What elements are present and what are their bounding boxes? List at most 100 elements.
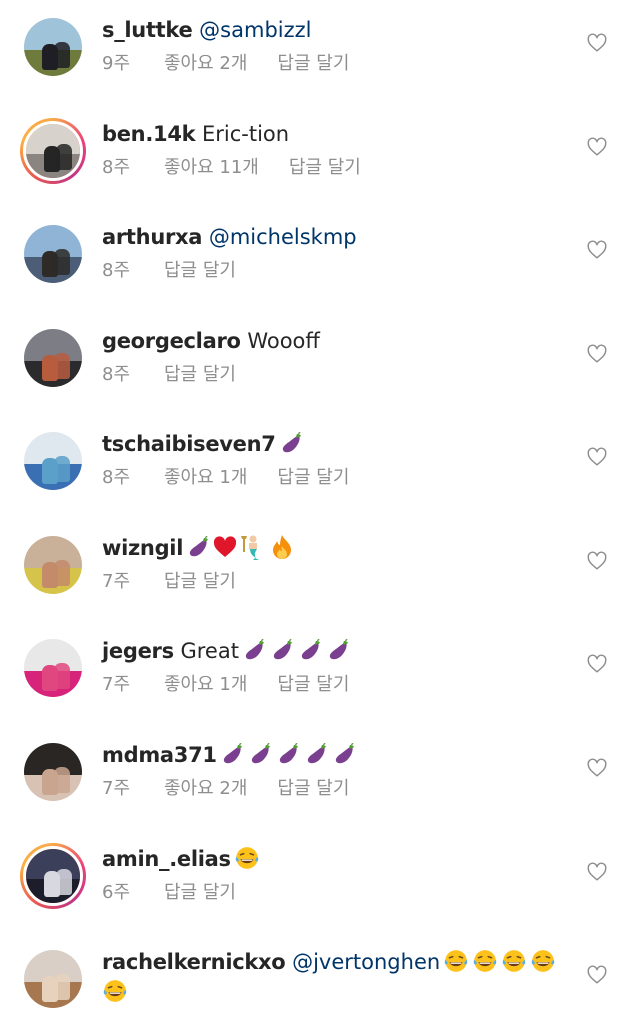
comment-item: s_luttke @sambizzl 9주 좋아요 2개 답글 달기 bbox=[0, 0, 640, 104]
reply-button[interactable]: 답글 달기 bbox=[164, 260, 236, 281]
reply-button[interactable]: 답글 달기 bbox=[277, 53, 349, 74]
username-link[interactable]: jegers bbox=[102, 639, 174, 663]
tears-of-joy-emoji bbox=[235, 847, 258, 869]
mention-link[interactable]: @jvertonghen bbox=[292, 950, 440, 974]
avatar[interactable] bbox=[24, 18, 82, 76]
username-link[interactable]: georgeclaro bbox=[102, 329, 241, 353]
username-link[interactable]: amin_.elias bbox=[102, 847, 231, 871]
reply-button[interactable]: 답글 달기 bbox=[164, 571, 236, 592]
avatar[interactable] bbox=[24, 225, 82, 283]
like-button[interactable] bbox=[586, 32, 608, 54]
eggplant-emoji bbox=[335, 743, 354, 764]
likes-count-link[interactable]: 좋아요 2개 bbox=[164, 53, 247, 74]
comment-meta: 8주 답글 달기 bbox=[102, 258, 236, 284]
heart-outline-icon[interactable] bbox=[586, 32, 608, 54]
comment-time: 8주 bbox=[102, 157, 131, 178]
comment-meta: 7주 좋아요 2개 답글 달기 bbox=[102, 776, 349, 802]
mention-link[interactable]: @sambizzl bbox=[199, 18, 311, 42]
avatar[interactable] bbox=[24, 743, 82, 801]
avatar[interactable] bbox=[24, 639, 82, 697]
comment-body: jegers Great bbox=[102, 637, 351, 665]
likes-count-link[interactable]: 좋아요 1개 bbox=[164, 674, 247, 695]
eggplant-emoji bbox=[329, 639, 348, 660]
reply-button[interactable]: 답글 달기 bbox=[277, 778, 349, 799]
username-link[interactable]: mdma371 bbox=[102, 743, 217, 767]
avatar[interactable] bbox=[24, 329, 82, 387]
username-link[interactable]: ben.14k bbox=[102, 122, 196, 146]
eggplant-emoji bbox=[301, 639, 320, 660]
heart-outline-icon[interactable] bbox=[586, 757, 608, 779]
mention-link[interactable]: @michelskmp bbox=[209, 225, 357, 249]
tears-of-joy-emoji bbox=[502, 950, 526, 972]
username-link[interactable]: s_luttke bbox=[102, 18, 193, 42]
username-link[interactable]: tschaibiseven7 bbox=[102, 432, 276, 456]
reply-button[interactable]: 답글 달기 bbox=[277, 674, 349, 695]
like-button[interactable] bbox=[586, 446, 608, 468]
avatar[interactable] bbox=[20, 843, 86, 909]
heart-outline-icon[interactable] bbox=[586, 446, 608, 468]
eggplant-emoji bbox=[189, 536, 209, 557]
comment-body: georgeclaro Woooff bbox=[102, 327, 320, 355]
comment-body: mdma371 bbox=[102, 741, 357, 769]
like-button[interactable] bbox=[586, 757, 608, 779]
avatar[interactable] bbox=[24, 536, 82, 594]
reply-button[interactable]: 답글 달기 bbox=[289, 157, 361, 178]
username-link[interactable]: wizngil bbox=[102, 536, 183, 560]
like-button[interactable] bbox=[586, 343, 608, 365]
heart-outline-icon[interactable] bbox=[586, 861, 608, 883]
comment-meta: 8주 좋아요 11개 답글 달기 bbox=[102, 155, 361, 181]
comment-body: ben.14k Eric-tion bbox=[102, 120, 289, 148]
like-button[interactable] bbox=[586, 861, 608, 883]
comment-item: ben.14k Eric-tion 8주 좋아요 11개 답글 달기 bbox=[0, 104, 640, 208]
avatar[interactable] bbox=[24, 432, 82, 490]
heart-outline-icon[interactable] bbox=[586, 964, 608, 986]
avatar-photo bbox=[24, 536, 82, 594]
reply-button[interactable]: 답글 달기 bbox=[164, 882, 236, 903]
likes-count-link[interactable]: 좋아요 11개 bbox=[164, 157, 259, 178]
heart-outline-icon[interactable] bbox=[586, 653, 608, 675]
heart-outline-icon[interactable] bbox=[586, 343, 608, 365]
reply-button[interactable]: 답글 달기 bbox=[277, 467, 349, 488]
heart-outline-icon[interactable] bbox=[586, 239, 608, 261]
comment-list: s_luttke @sambizzl 9주 좋아요 2개 답글 달기 ben.14k E… bbox=[0, 0, 640, 1011]
avatar-photo bbox=[24, 432, 82, 490]
comment-time: 8주 bbox=[102, 467, 131, 488]
comment-item: tschaibiseven7 8주 좋아요 1개 답글 달기 bbox=[0, 414, 640, 518]
heart-outline-icon[interactable] bbox=[586, 136, 608, 158]
reply-button[interactable]: 답글 달기 bbox=[164, 364, 236, 385]
red-heart-emoji bbox=[214, 536, 237, 557]
avatar[interactable] bbox=[20, 118, 86, 184]
comment-time: 8주 bbox=[102, 260, 131, 281]
like-button[interactable] bbox=[586, 136, 608, 158]
username-link[interactable]: rachelkernickxo bbox=[102, 950, 286, 974]
comment-item: georgeclaro Woooff 8주 답글 달기 bbox=[0, 311, 640, 415]
comment-item: arthurxa @michelskmp 8주 답글 달기 bbox=[0, 207, 640, 311]
comment-text: Eric-tion bbox=[201, 122, 290, 146]
fire-emoji bbox=[273, 535, 292, 559]
tears-of-joy-emoji bbox=[103, 980, 127, 1002]
eggplant-emoji bbox=[251, 743, 270, 764]
avatar[interactable] bbox=[24, 950, 82, 1008]
likes-count-link[interactable]: 좋아요 1개 bbox=[164, 467, 247, 488]
tears-of-joy-emoji bbox=[444, 950, 468, 972]
avatar-photo bbox=[23, 121, 83, 181]
like-button[interactable] bbox=[586, 550, 608, 572]
comment-time: 7주 bbox=[102, 571, 131, 592]
likes-count-link[interactable]: 좋아요 2개 bbox=[164, 778, 247, 799]
like-button[interactable] bbox=[586, 653, 608, 675]
like-button[interactable] bbox=[586, 964, 608, 986]
comment-item: mdma371 7주 좋아요 2개 답글 달기 bbox=[0, 725, 640, 829]
comment-body: wizngil bbox=[102, 534, 293, 562]
username-link[interactable]: arthurxa bbox=[102, 225, 202, 249]
comment-item: wizngil 7주 답글 달기 bbox=[0, 518, 640, 622]
like-button[interactable] bbox=[586, 239, 608, 261]
eggplant-emoji bbox=[273, 639, 292, 660]
comment-body: s_luttke @sambizzl bbox=[102, 16, 311, 44]
heart-outline-icon[interactable] bbox=[586, 550, 608, 572]
comment-time: 7주 bbox=[102, 674, 131, 695]
comment-meta: 6주 답글 달기 bbox=[102, 880, 236, 906]
eggplant-emoji bbox=[245, 639, 264, 660]
avatar-photo bbox=[24, 743, 82, 801]
comment-meta: 8주 좋아요 1개 답글 달기 bbox=[102, 465, 349, 491]
comment-meta: 9주 좋아요 2개 답글 달기 bbox=[102, 51, 349, 77]
